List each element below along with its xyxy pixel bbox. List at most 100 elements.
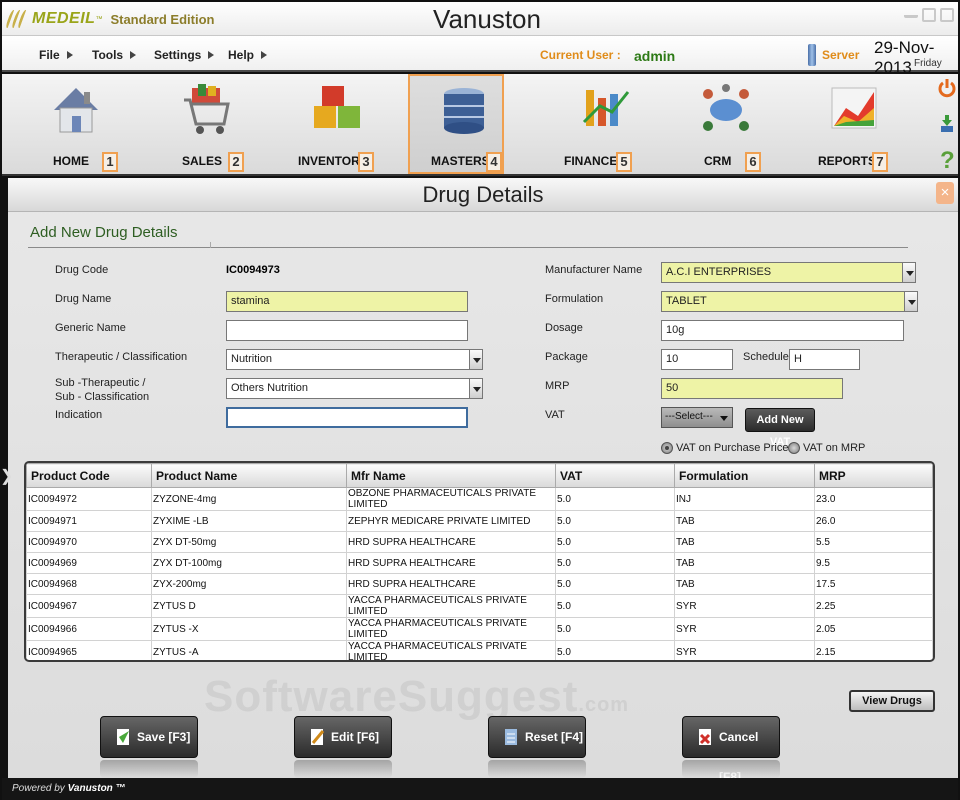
toolbar-home-label: HOME (53, 154, 89, 168)
drug-name-label: Drug Name (55, 293, 112, 305)
table-row[interactable]: IC0094966 ZYTUS -X YACCA PHARMACEUTICALS P… (26, 617, 933, 641)
table-row[interactable]: IC0094972 ZYZONE-4mg OBZONE PHARMACEUTICAL… (26, 487, 933, 511)
current-user-label: Current User : (540, 48, 621, 62)
chevron-right-icon[interactable]: ❯ (0, 466, 13, 486)
cell-formulation: INJ (674, 487, 815, 511)
sub-therapeutic-label-2: Sub - Classification (55, 391, 150, 403)
reports-icon (831, 87, 877, 129)
cell-mfr-name: YACCA PHARMACEUTICALS PRIVATE LIMITED (346, 617, 556, 641)
server-icon (808, 44, 816, 66)
toolbar-home-shortcut: 1 (102, 152, 118, 172)
dosage-field[interactable]: 10g (661, 320, 904, 341)
therapeutic-select[interactable]: Nutrition (226, 349, 470, 370)
vat-select[interactable]: ---Select--- (661, 407, 733, 428)
cell-mrp: 2.05 (814, 617, 933, 641)
menu-settings[interactable]: Settings (154, 48, 215, 62)
chevron-down-icon[interactable] (469, 349, 483, 370)
formulation-select[interactable]: TABLET (661, 291, 905, 312)
minimize-icon[interactable] (904, 8, 918, 18)
toolbar-crm[interactable]: CRM 6 (670, 74, 766, 174)
menu-file[interactable]: File (39, 48, 73, 62)
col-header-mrp[interactable]: MRP (814, 463, 933, 488)
drug-name-field[interactable]: stamina (226, 291, 468, 312)
edit-icon (311, 729, 325, 745)
toolbar-sales[interactable]: SALES 2 (150, 74, 246, 174)
col-header-mfr-name[interactable]: Mfr Name (346, 463, 556, 488)
toolbar-inventory-label: INVENTORY (298, 154, 368, 168)
status-bar: Powered by Vanuston ™ (2, 778, 958, 800)
table-row[interactable]: IC0094970 ZYX DT-50mg HRD SUPRA HEALTHCARE… (26, 531, 933, 553)
vat-purchase-radio[interactable] (661, 442, 673, 454)
svg-text:?: ? (940, 147, 955, 172)
edit-button-reflection (294, 760, 392, 778)
reset-button[interactable]: Reset [F4] (488, 716, 586, 758)
edit-button[interactable]: Edit [F6] (294, 716, 392, 758)
indication-field[interactable] (226, 407, 468, 428)
table-row[interactable]: IC0094969 ZYX DT-100mg HRD SUPRA HEALTHCAR… (26, 552, 933, 574)
close-panel-button[interactable]: × (936, 182, 954, 204)
mrp-label: MRP (545, 380, 570, 392)
chevron-down-icon[interactable] (469, 378, 483, 399)
add-new-vat-button[interactable]: Add New VAT (745, 408, 815, 448)
drug-details-panel: Drug Details × Add New Drug Details Drug… (8, 178, 958, 784)
save-button[interactable]: Save [F3] (100, 716, 198, 758)
table-row[interactable]: IC0094971 ZYXIME -LB ZEPHYR MEDICARE PRIVA… (26, 510, 933, 532)
col-header-vat[interactable]: VAT (555, 463, 675, 488)
menu-help[interactable]: Help (228, 48, 268, 62)
toolbar-reports[interactable]: REPORTS 7 (798, 74, 894, 174)
chevron-right-icon (261, 51, 268, 59)
toolbar-reports-shortcut: 7 (872, 152, 888, 172)
cell-mfr-name: ZEPHYR MEDICARE PRIVATE LIMITED (346, 510, 556, 532)
table-header-row: Product Code Product Name Mfr Name VAT F… (26, 463, 933, 488)
cancel-button[interactable]: Cancel [F8] (682, 716, 780, 784)
toolbar-finance-label: FINANCE (564, 154, 618, 168)
toolbar-masters[interactable]: MASTERS 4 (408, 74, 504, 174)
download-icon[interactable] (938, 114, 956, 134)
cart-icon (184, 84, 230, 134)
sub-therapeutic-label-1: Sub -Therapeutic / (55, 377, 146, 389)
help-icon[interactable]: ? (938, 146, 956, 172)
cell-mfr-name: HRD SUPRA HEALTHCARE (346, 552, 556, 574)
vat-mrp-radio[interactable] (788, 442, 800, 454)
col-header-formulation[interactable]: Formulation (674, 463, 815, 488)
cell-mfr-name: OBZONE PHARMACEUTICALS PRIVATE LIMITED (346, 487, 556, 511)
cell-vat: 5.0 (555, 617, 675, 641)
mrp-field[interactable]: 50 (661, 378, 843, 399)
powered-by-brand: Vanuston ™ (67, 783, 126, 794)
toolbar-finance[interactable]: FINANCE 5 (550, 74, 646, 174)
table-row[interactable]: IC0094967 ZYTUS D YACCA PHARMACEUTICALS PR… (26, 594, 933, 618)
chevron-right-icon (130, 51, 137, 59)
section-title: Add New Drug Details (30, 224, 178, 241)
toolbar-inventory[interactable]: INVENTORY 3 (280, 74, 376, 174)
save-button-reflection (100, 760, 198, 778)
package-field[interactable]: 10 (661, 349, 733, 370)
table-row[interactable]: IC0094965 ZYTUS -A YACCA PHARMACEUTICALS P… (26, 640, 933, 660)
title-bar: MEDEIL ™ Standard Edition Vanuston (2, 2, 958, 36)
restore-icon[interactable] (922, 8, 936, 22)
powered-by: Powered by Vanuston ™ (12, 783, 126, 794)
cell-mrp: 17.5 (814, 573, 933, 595)
sub-therapeutic-select[interactable]: Others Nutrition (226, 378, 470, 399)
schedule-field[interactable]: H (789, 349, 860, 370)
toolbar-sales-shortcut: 2 (228, 152, 244, 172)
toolbar-home[interactable]: HOME 1 (20, 74, 118, 174)
view-drugs-button[interactable]: View Drugs (849, 690, 935, 712)
chevron-down-icon[interactable] (904, 291, 918, 312)
cell-vat: 5.0 (555, 487, 675, 511)
col-header-product-code[interactable]: Product Code (26, 463, 152, 488)
chevron-down-icon[interactable] (902, 262, 916, 283)
manufacturer-select[interactable]: A.C.I ENTERPRISES (661, 262, 903, 283)
current-user-value: admin (634, 48, 676, 64)
power-icon[interactable] (938, 78, 956, 98)
watermark-suffix: .com (578, 694, 630, 716)
cell-mfr-name: HRD SUPRA HEALTHCARE (346, 573, 556, 595)
menu-tools[interactable]: Tools (92, 48, 137, 62)
section-divider (28, 247, 908, 248)
table-row[interactable]: IC0094968 ZYX-200mg HRD SUPRA HEALTHCARE 5.… (26, 573, 933, 595)
save-label: Save [F3] (137, 730, 191, 744)
col-header-product-name[interactable]: Product Name (151, 463, 347, 488)
generic-name-field[interactable] (226, 320, 468, 341)
app-window: MEDEIL ™ Standard Edition Vanuston File … (0, 0, 960, 800)
finance-icon (582, 90, 630, 126)
close-window-icon[interactable] (940, 8, 954, 22)
